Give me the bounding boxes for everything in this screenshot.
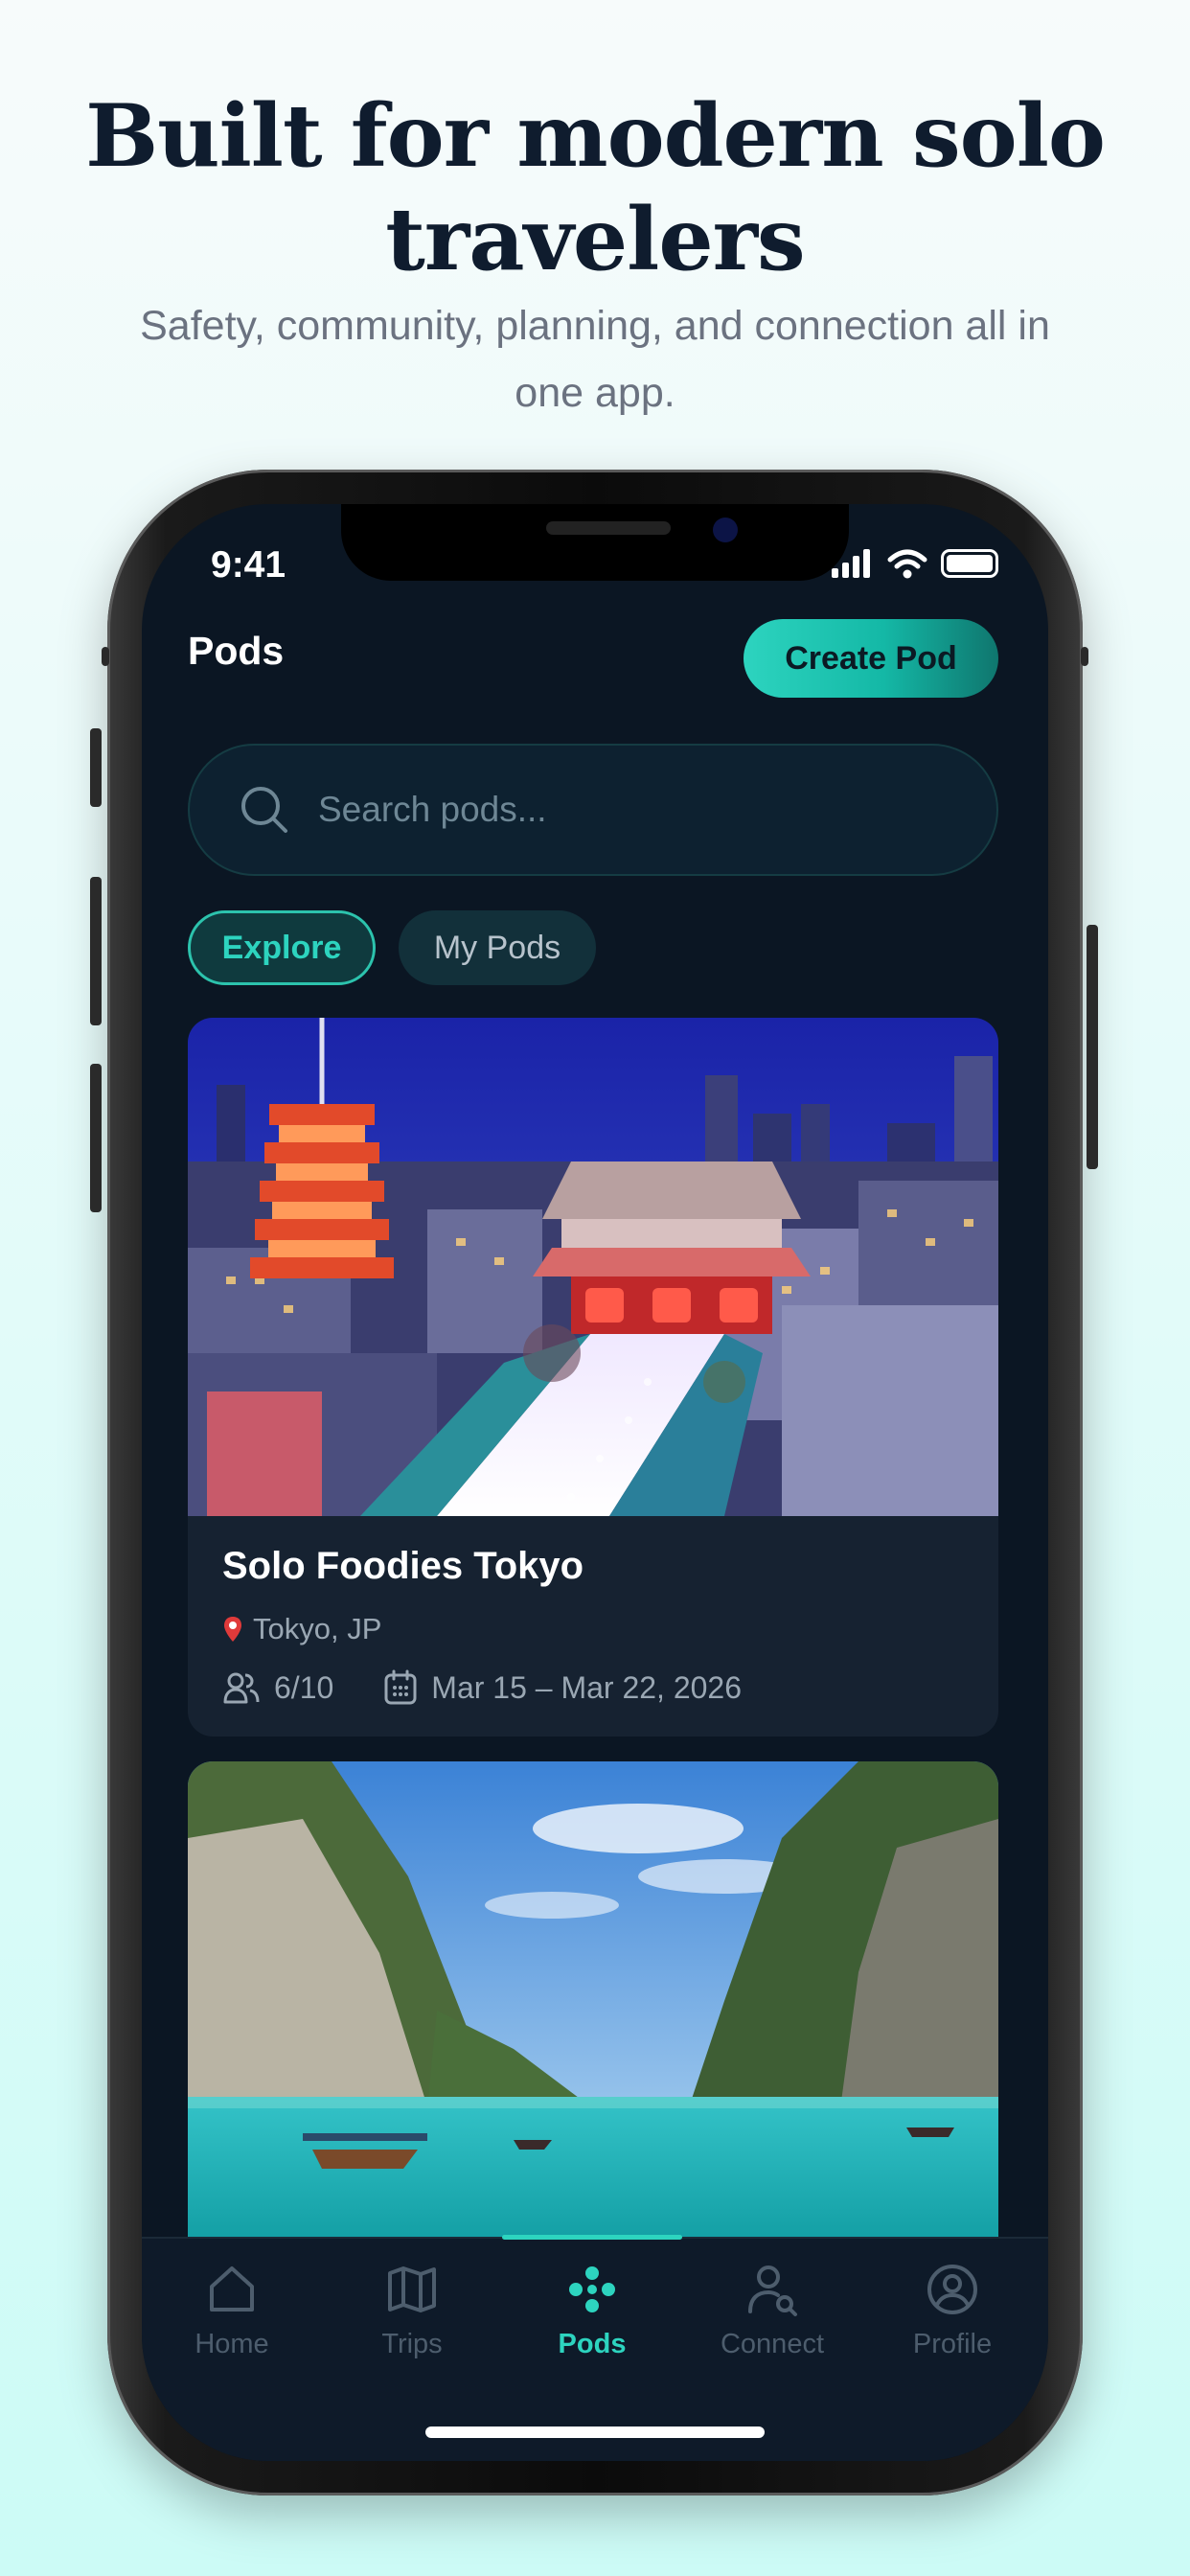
search-icon (241, 787, 287, 833)
user-search-icon (748, 2266, 797, 2316)
cellular-signal-icon (832, 549, 870, 578)
phone-volume-down (90, 1064, 102, 1212)
pod-title: Solo Foodies Tokyo (222, 1545, 584, 1587)
pod-members: 6/10 (222, 1670, 333, 1706)
nav-pods[interactable]: Pods (502, 2260, 682, 2394)
users-icon (223, 1672, 260, 1704)
pod-card[interactable]: Solo Foodies Tokyo Tokyo, JP 6/10 Mar 15… (188, 1018, 998, 1736)
active-tab-indicator (502, 2235, 682, 2240)
phone-volume-up (90, 877, 102, 1025)
nav-profile-label: Profile (912, 2329, 993, 2359)
marketing-headline: Built for modern solo travelers (85, 85, 1106, 290)
pod-dates: Mar 15 – Mar 22, 2026 (383, 1669, 742, 1706)
search-bar[interactable] (188, 744, 998, 876)
profile-icon (927, 2265, 977, 2314)
search-input[interactable] (318, 790, 996, 830)
pod-image-lagoon (188, 1761, 998, 2260)
pod-members-count: 6/10 (274, 1669, 334, 1705)
page-title: Pods (188, 629, 285, 673)
nav-connect[interactable]: Connect (682, 2260, 862, 2394)
speaker-grille (546, 521, 671, 535)
pods-group-icon (569, 2266, 615, 2312)
nav-home[interactable]: Home (142, 2260, 322, 2394)
pod-location-text: Tokyo, JP (253, 1612, 382, 1645)
notch (341, 504, 849, 581)
wifi-icon (887, 549, 927, 579)
create-pod-button[interactable]: Create Pod (744, 619, 998, 698)
home-indicator[interactable] (425, 2426, 765, 2438)
home-icon (210, 2266, 254, 2312)
battery-icon (941, 549, 998, 578)
pod-card[interactable] (188, 1761, 998, 2260)
phone-antenna-band (1081, 647, 1088, 666)
front-camera (713, 518, 738, 542)
nav-profile[interactable]: Profile (862, 2260, 1042, 2394)
phone-mute-switch (90, 728, 102, 807)
nav-connect-label: Connect (720, 2329, 824, 2359)
phone-action-button (102, 647, 109, 666)
status-icons (832, 548, 998, 579)
status-time: 9:41 (211, 544, 286, 586)
nav-trips[interactable]: Trips (322, 2260, 502, 2394)
marketing-subheadline: Safety, community, planning, and connect… (140, 303, 1050, 416)
phone-screen: 9:41 Pods Create Pod Explore My Pods (142, 504, 1048, 2461)
map-pin-icon (224, 1617, 241, 1642)
pod-meta: 6/10 Mar 15 – Mar 22, 2026 (222, 1669, 742, 1706)
nav-trips-label: Trips (381, 2329, 443, 2359)
nav-pods-label: Pods (558, 2329, 627, 2359)
nav-home-label: Home (195, 2329, 269, 2359)
pod-image-tokyo (188, 1018, 998, 1516)
pod-dates-text: Mar 15 – Mar 22, 2026 (431, 1669, 743, 1705)
tab-explore[interactable]: Explore (188, 910, 376, 985)
pod-location: Tokyo, JP (222, 1612, 381, 1646)
phone-power-button (1087, 925, 1098, 1169)
calendar-icon (384, 1669, 417, 1705)
tab-my-pods[interactable]: My Pods (399, 910, 596, 985)
map-icon (388, 2266, 436, 2312)
